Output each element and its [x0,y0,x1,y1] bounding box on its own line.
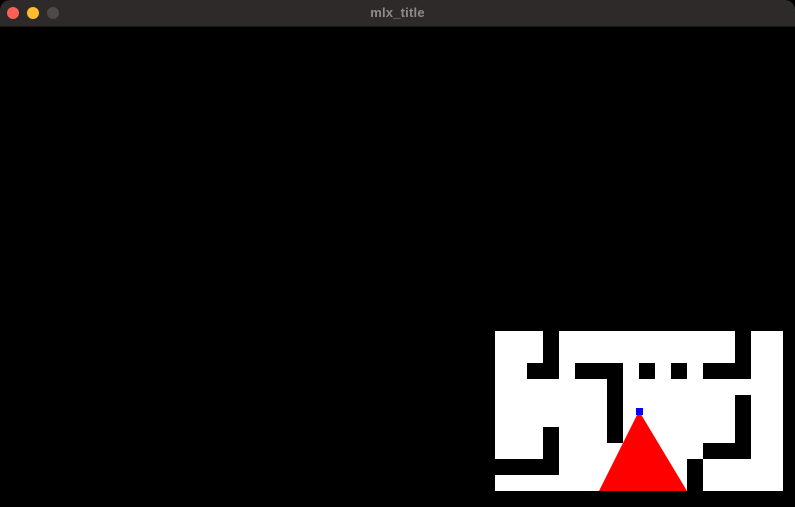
minimap-wall [543,331,559,363]
minimap-wall [735,395,751,459]
minimap-wall [607,379,623,443]
minimap-wall [687,459,703,491]
minimap-wall [703,443,735,459]
minimap [495,331,783,491]
player-marker [636,408,643,415]
minimap-wall [495,459,543,475]
minimap-wall [703,363,751,379]
app-window: mlx_title [0,0,795,507]
minimap-wall [575,363,623,379]
minimap-wall [543,427,559,475]
minimap-wall [735,331,751,363]
window-title: mlx_title [370,5,425,20]
minimap-wall [671,363,687,379]
minimap-wall [639,363,655,379]
title-bar[interactable]: mlx_title [0,0,795,27]
game-viewport[interactable] [0,27,795,507]
minimap-wall [527,363,559,379]
